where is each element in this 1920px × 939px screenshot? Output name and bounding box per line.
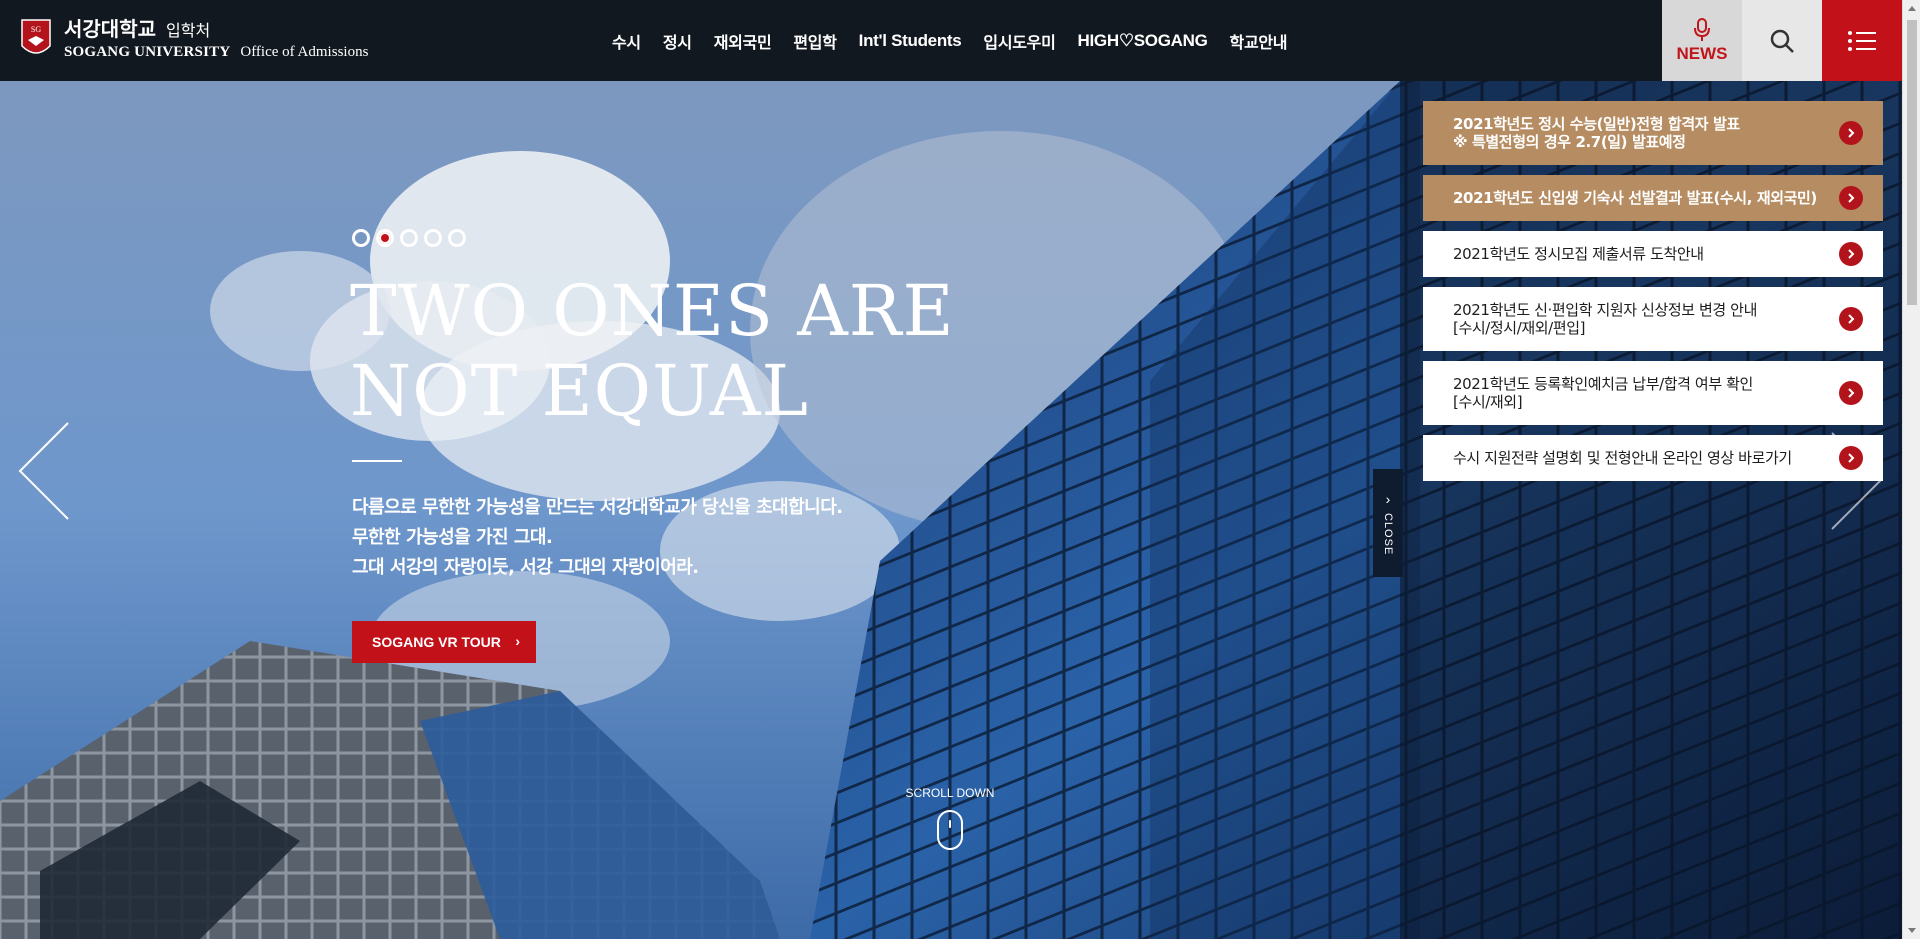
hero-slider: TWO ONES ARE NOT EQUAL 다름으로 무한한 가능성을 만드는…: [0, 81, 1902, 939]
site-logo[interactable]: SG 서강대학교 입학처 SOGANG UNIVERSITY Office of…: [20, 16, 368, 62]
nav-item[interactable]: 편입학: [793, 29, 837, 53]
main-nav: 수시 정시 재외국민 편입학 Int'l Students 입시도우미 HIGH♡SOGAN…: [612, 0, 1309, 81]
notice-panel: 2021학년도 정시 수능(일반)전형 합격자 발표 ※ 특별전형의 경우 2.7…: [1423, 101, 1883, 491]
nav-item[interactable]: 입시도우미: [983, 29, 1055, 53]
slide-dot[interactable]: [424, 229, 442, 247]
office-name-ko: 입학처: [166, 20, 211, 40]
search-icon: [1770, 29, 1794, 53]
hero-headline: TWO ONES ARE NOT EQUAL: [350, 271, 990, 431]
vertical-scrollbar[interactable]: [1902, 0, 1920, 939]
notice-text: 2021학년도 신입생 기숙사 선발결과 발표(수시, 재외국민): [1453, 189, 1817, 207]
notice-item[interactable]: 2021학년도 신·편입학 지원자 신상정보 변경 안내 [수시/정시/재외/편입…: [1423, 287, 1883, 351]
subtext-line: 무한한 가능성을 가진 그대.: [352, 527, 553, 548]
university-name-en: SOGANG UNIVERSITY: [64, 43, 231, 60]
slide-dot[interactable]: [352, 229, 370, 247]
notice-item[interactable]: 2021학년도 등록확인예치금 납부/합격 여부 확인 [수시/재외]: [1423, 361, 1883, 425]
notice-item[interactable]: 2021학년도 신입생 기숙사 선발결과 발표(수시, 재외국민): [1423, 175, 1883, 221]
university-name-ko: 서강대학교: [64, 16, 156, 41]
chevron-right-circle-icon: [1839, 446, 1863, 470]
notice-item[interactable]: 수시 지원전략 설명회 및 전형안내 온라인 영상 바로가기: [1423, 435, 1883, 481]
notice-line: 2021학년도 정시모집 제출서류 도착안내: [1453, 245, 1704, 263]
nav-item[interactable]: 재외국민: [714, 29, 772, 53]
subtext-line: 다름으로 무한한 가능성을 만드는 서강대학교가 당신을 초대합니다.: [352, 497, 843, 518]
notice-text: 2021학년도 정시 수능(일반)전형 합격자 발표 ※ 특별전형의 경우 2.7…: [1453, 115, 1740, 151]
slide-dot[interactable]: [448, 229, 466, 247]
headline-divider: [352, 460, 402, 462]
subtext-line: 그대 서강의 자랑이듯, 서강 그대의 자랑이어라.: [352, 557, 699, 578]
notice-line: 2021학년도 신입생 기숙사 선발결과 발표(수시, 재외국민): [1453, 189, 1817, 207]
chevron-right-circle-icon: [1839, 242, 1863, 266]
notice-line: [수시/재외]: [1453, 393, 1523, 411]
chevron-right-circle-icon: [1839, 121, 1863, 145]
notice-text: 2021학년도 등록확인예치금 납부/합격 여부 확인 [수시/재외]: [1453, 375, 1753, 411]
news-label: NEWS: [1676, 43, 1728, 63]
nav-item[interactable]: 수시: [612, 29, 641, 53]
notice-text: 수시 지원전략 설명회 및 전형안내 온라인 영상 바로가기: [1453, 449, 1792, 467]
office-name-en: Office of Admissions: [240, 43, 369, 60]
notice-text: 2021학년도 정시모집 제출서류 도착안내: [1453, 245, 1704, 263]
university-emblem-icon: SG: [21, 19, 51, 54]
notice-line: ※ 특별전형의 경우 2.7(일) 발표예정: [1453, 133, 1686, 151]
search-button[interactable]: [1742, 0, 1822, 81]
notice-item[interactable]: 2021학년도 정시 수능(일반)전형 합격자 발표 ※ 특별전형의 경우 2.7…: [1423, 101, 1883, 165]
scroll-down-arrow-icon[interactable]: [1903, 922, 1920, 939]
vr-tour-label: SOGANG VR TOUR: [372, 634, 501, 650]
notice-text: 2021학년도 신·편입학 지원자 신상정보 변경 안내 [수시/정시/재외/편입…: [1453, 301, 1757, 337]
notice-line: 2021학년도 정시 수능(일반)전형 합격자 발표: [1453, 115, 1740, 133]
chevron-right-circle-icon: [1839, 186, 1863, 210]
chevron-right-icon: ›: [1385, 490, 1391, 507]
scroll-down-indicator[interactable]: SCROLL DOWN: [900, 786, 1000, 850]
hero-subtext: 다름으로 무한한 가능성을 만드는 서강대학교가 당신을 초대합니다. 무한한 …: [352, 493, 843, 583]
slide-dot[interactable]: [376, 229, 394, 247]
vr-tour-button[interactable]: SOGANG VR TOUR ›: [352, 621, 536, 663]
list-menu-icon: [1848, 30, 1876, 51]
prev-slide-arrow-icon[interactable]: [18, 421, 70, 521]
news-button[interactable]: NEWS: [1662, 0, 1742, 81]
slide-dot[interactable]: [400, 229, 418, 247]
slide-pagination: [352, 229, 466, 247]
scrollbar-thumb[interactable]: [1907, 20, 1917, 305]
mouse-icon: [937, 810, 963, 850]
site-header: SG 서강대학교 입학처 SOGANG UNIVERSITY Office of…: [0, 0, 1902, 81]
headline-line-1: TWO ONES ARE: [350, 270, 955, 352]
close-label: CLOSE: [1382, 512, 1394, 556]
chevron-right-icon: ›: [515, 633, 520, 649]
chevron-right-circle-icon: [1839, 381, 1863, 405]
menu-button[interactable]: [1822, 0, 1902, 81]
nav-item[interactable]: 정시: [663, 29, 692, 53]
headline-line-2: NOT EQUAL: [350, 350, 809, 432]
nav-item[interactable]: Int'l Students: [859, 31, 962, 51]
notice-line: 2021학년도 신·편입학 지원자 신상정보 변경 안내: [1453, 301, 1757, 319]
notice-item[interactable]: 2021학년도 정시모집 제출서류 도착안내: [1423, 231, 1883, 277]
scroll-down-label: SCROLL DOWN: [905, 786, 995, 800]
scroll-up-arrow-icon[interactable]: [1903, 0, 1920, 17]
nav-item[interactable]: HIGH♡SOGANG: [1078, 31, 1208, 51]
notice-line: 2021학년도 등록확인예치금 납부/합격 여부 확인: [1453, 375, 1753, 393]
close-notice-panel-button[interactable]: › CLOSE: [1373, 469, 1403, 577]
notice-line: 수시 지원전략 설명회 및 전형안내 온라인 영상 바로가기: [1453, 449, 1792, 467]
svg-text:SG: SG: [31, 25, 41, 34]
chevron-right-circle-icon: [1839, 307, 1863, 331]
microphone-icon: [1694, 17, 1710, 41]
nav-item[interactable]: 학교안내: [1230, 29, 1288, 53]
notice-line: [수시/정시/재외/편입]: [1453, 319, 1586, 337]
